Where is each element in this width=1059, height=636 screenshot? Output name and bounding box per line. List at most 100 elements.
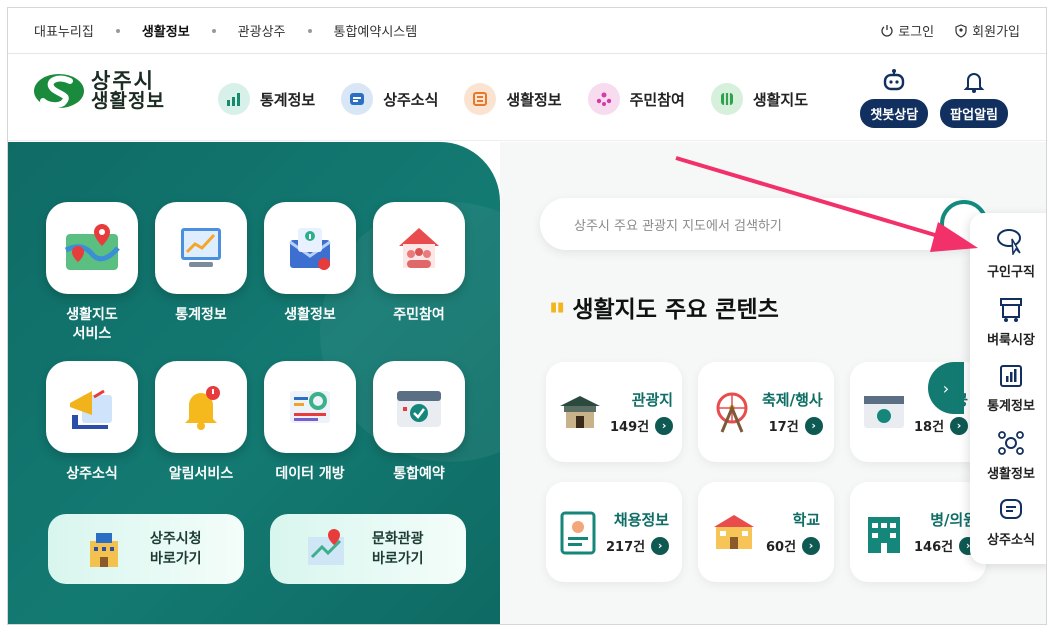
- service-map-label: 생활지도 서비스: [66, 306, 118, 344]
- cityhall-shortcut-label: 상주시청 바로가기: [150, 531, 202, 567]
- card-count: 146건: [914, 540, 954, 555]
- quick-item-life[interactable]: 생활정보: [987, 429, 1035, 482]
- house-people-icon: [399, 228, 439, 268]
- signup-label: 회원가입: [972, 25, 1020, 40]
- service-opendata[interactable]: 데이터 개방: [264, 361, 356, 484]
- card-name: 학교: [792, 511, 821, 529]
- login-link[interactable]: 로그인: [880, 21, 934, 40]
- site-link-reservation[interactable]: 통합예약시스템: [334, 21, 418, 40]
- arrow-right-icon: ›: [804, 416, 823, 435]
- nav-news[interactable]: 상주소식: [341, 83, 438, 115]
- quick-item-jobs[interactable]: 구인구직: [987, 227, 1035, 280]
- map-content-area: 상주시 주요 관광지 지도에서 검색하기 ▮▮ 생활지도 주요 콘텐츠 관광지 …: [500, 142, 1046, 624]
- service-life-label: 생활정보: [284, 307, 336, 323]
- card-name: 관광지: [631, 391, 674, 409]
- service-stats[interactable]: 통계정보: [155, 202, 247, 325]
- chatbot-label: 챗봇상담: [860, 99, 929, 128]
- service-participation[interactable]: 주민참여: [373, 202, 465, 325]
- calendar-check-icon: [397, 391, 441, 427]
- arrow-right-icon: ›: [802, 536, 821, 555]
- site-link-main[interactable]: 대표누리집: [34, 21, 94, 40]
- service-participation-label: 주민참여: [393, 307, 445, 323]
- quick-item-market[interactable]: 벼룩시장: [987, 295, 1035, 348]
- separator-dot: [307, 28, 312, 33]
- school-icon: [714, 515, 754, 549]
- site-link-life[interactable]: 생활정보: [142, 21, 190, 40]
- culture-tour-shortcut-label: 문화관광 바로가기: [372, 531, 424, 567]
- robot-icon: [884, 69, 905, 91]
- card-count: 217건: [606, 540, 646, 555]
- nav-map-label: 생활지도: [752, 90, 809, 109]
- dashboard-icon: [290, 391, 330, 423]
- cityhall-shortcut[interactable]: 상주시청 바로가기: [48, 514, 244, 584]
- header-actions: 챗봇상담 팝업알림: [860, 69, 1008, 128]
- service-alert-label: 알림서비스: [168, 466, 234, 482]
- network-icon: [998, 431, 1024, 455]
- map-search-bar[interactable]: 상주시 주요 관광지 지도에서 검색하기: [540, 198, 988, 250]
- nav-participation-label: 주민참여: [629, 90, 685, 109]
- bell-icon: [185, 386, 220, 430]
- calendar-icon: [864, 396, 904, 428]
- nav-life[interactable]: 생활정보: [464, 83, 562, 115]
- book-icon: [464, 83, 497, 115]
- service-opendata-label: 데이터 개방: [275, 466, 345, 482]
- city-hall-icon: [90, 533, 118, 567]
- card-count: 149건: [610, 420, 650, 435]
- login-label: 로그인: [898, 25, 935, 40]
- content-card-tourist[interactable]: 관광지 149건 ›: [546, 362, 682, 462]
- nav-participation[interactable]: 주민참여: [587, 83, 685, 115]
- service-reservation-label: 통합예약: [393, 466, 445, 482]
- arrow-right-icon: ›: [655, 416, 674, 435]
- sangju-logo-icon: [34, 74, 84, 109]
- bell-outline-icon: [963, 73, 985, 93]
- content-card-public[interactable]: 공공 18건›: [850, 362, 986, 462]
- arrow-right-icon: ›: [950, 416, 969, 435]
- search-placeholder: 상주시 주요 관광지 지도에서 검색하기: [574, 218, 782, 234]
- global-nav: 통계정보 상주소식 생활정보 주민참여 생활지도: [218, 83, 808, 115]
- nav-news-label: 상주소식: [383, 90, 439, 109]
- service-alert[interactable]: 알림서비스: [155, 361, 247, 484]
- tour-map-icon: [308, 529, 344, 565]
- quick-item-news[interactable]: 상주소식: [987, 497, 1035, 548]
- content-card-school[interactable]: 학교 60건 ›: [698, 482, 834, 582]
- bar-chart-icon: [1000, 365, 1022, 387]
- quick-item-stats[interactable]: 통계정보: [987, 363, 1035, 414]
- content-card-hospital[interactable]: 병/의원 146건 ›: [850, 482, 986, 582]
- service-map-text: 생활지도 서비스: [66, 307, 118, 342]
- popup-alert-label: 팝업알림: [940, 99, 1008, 128]
- content-card-festival[interactable]: 축제/행사 17건 ›: [698, 362, 834, 462]
- card-count: 18건: [914, 420, 945, 435]
- separator-dot: [211, 28, 216, 33]
- logo-text-line1: 상주시: [91, 69, 155, 93]
- mail-info-icon: [289, 228, 331, 270]
- service-map[interactable]: 생활지도 서비스: [46, 202, 138, 344]
- user-shield-icon: [955, 23, 967, 38]
- service-reservation[interactable]: 통합예약: [373, 361, 465, 484]
- signup-link[interactable]: 회원가입: [954, 21, 1020, 40]
- stats-chart-icon: [181, 228, 221, 267]
- site-link-tour[interactable]: 관광상주: [238, 21, 286, 40]
- content-card-jobs[interactable]: 채용정보 217건 ›: [546, 482, 682, 582]
- market-cart-icon: [1000, 298, 1022, 322]
- chart-icon: [218, 83, 250, 115]
- card-name: 채용정보: [613, 511, 670, 529]
- service-panel: 생활지도 서비스 통계정보 생활정보 주민참여 상주소식 알림서비스 데이터 개…: [8, 142, 500, 624]
- service-life[interactable]: 생활정보: [264, 202, 356, 325]
- nav-stats-label: 통계정보: [260, 90, 316, 109]
- service-stats-label: 통계정보: [175, 307, 227, 323]
- ferris-wheel-icon: [716, 392, 748, 433]
- site-logo[interactable]: 상주시 생활정보: [33, 71, 165, 111]
- popup-alert-button[interactable]: 팝업알림: [940, 69, 1008, 128]
- service-news[interactable]: 상주소식: [46, 361, 138, 484]
- nav-map[interactable]: 생활지도: [710, 83, 809, 115]
- logo-text-line2: 생활정보: [91, 90, 165, 112]
- job-cursor-icon: [997, 229, 1021, 255]
- nav-stats[interactable]: 통계정보: [218, 83, 315, 115]
- chatbot-button[interactable]: 챗봇상담: [860, 69, 929, 128]
- arrow-right-icon: ›: [651, 536, 670, 555]
- people-icon: [587, 83, 620, 115]
- quick-item-label: 구인구직: [987, 265, 1035, 280]
- card-count: 17건: [768, 420, 799, 435]
- culture-tour-shortcut[interactable]: 문화관광 바로가기: [270, 514, 466, 584]
- main-header: 상주시 생활정보 통계정보 상주소식 생활정보 주민참여 생활지도 챗봇상담 팝…: [8, 55, 1046, 141]
